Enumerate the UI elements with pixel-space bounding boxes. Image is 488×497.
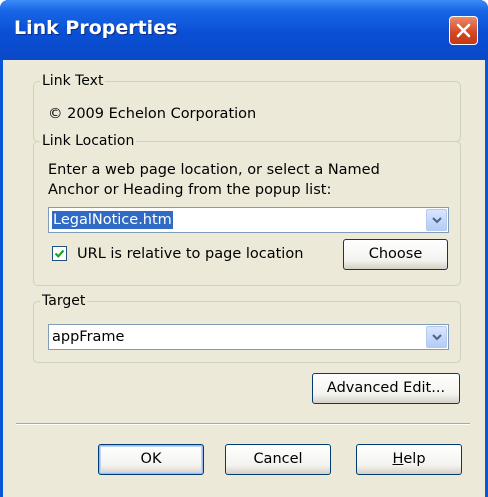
relative-url-checkbox[interactable] [52, 246, 67, 261]
help-accelerator: H [392, 451, 404, 467]
help-button[interactable]: Help [356, 444, 462, 475]
url-combobox[interactable]: LegalNotice.htm [48, 207, 449, 233]
help-label-rest: elp [403, 451, 426, 467]
title-bar[interactable]: Link Properties [0, 0, 488, 60]
cancel-button[interactable]: Cancel [225, 444, 331, 475]
target-legend: Target [40, 292, 88, 310]
url-value: LegalNotice.htm [51, 210, 174, 230]
dialog-body: Link Text © 2009 Echelon Corporation Lin… [3, 60, 485, 497]
instruction-line-1: Enter a web page location, or select a N… [48, 162, 380, 178]
ok-button[interactable]: OK [98, 444, 204, 475]
link-properties-dialog: Link Properties Link Text © 2009 Echelon… [0, 0, 488, 497]
chevron-down-icon [432, 217, 442, 224]
checkmark-icon [54, 249, 65, 258]
url-dropdown-button[interactable] [426, 209, 447, 231]
target-combobox[interactable]: appFrame [48, 324, 449, 350]
choose-button[interactable]: Choose [343, 239, 448, 270]
link-location-group: Link Location Enter a web page location,… [33, 132, 461, 286]
dialog-title: Link Properties [14, 17, 178, 39]
chevron-down-icon [432, 334, 442, 341]
close-button[interactable] [449, 16, 478, 45]
relative-url-label[interactable]: URL is relative to page location [77, 245, 303, 263]
advanced-edit-button[interactable]: Advanced Edit... [312, 373, 460, 404]
target-value: appFrame [52, 329, 125, 345]
target-dropdown-button[interactable] [426, 326, 447, 348]
instruction-line-2: Anchor or Heading from the popup list: [48, 182, 332, 198]
link-text-value: © 2009 Echelon Corporation [48, 106, 257, 122]
link-text-legend: Link Text [40, 72, 106, 90]
link-location-legend: Link Location [40, 132, 137, 150]
button-separator [16, 423, 470, 425]
target-group: Target appFrame [33, 292, 461, 363]
close-icon [456, 23, 471, 38]
